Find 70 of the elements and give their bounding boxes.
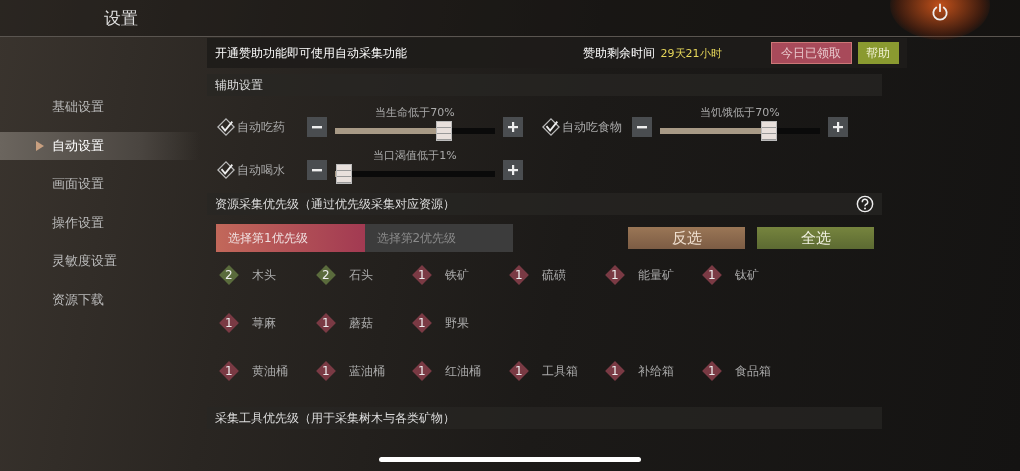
option-label: 自动吃食物 [562,118,623,136]
checkbox[interactable] [217,118,235,136]
priority-badge[interactable]: 1 [412,265,432,285]
power-icon[interactable] [930,2,950,22]
invert-button[interactable]: 反选 [628,227,745,249]
plus-button[interactable] [828,117,848,137]
minus-button[interactable] [632,117,652,137]
plus-button[interactable] [503,160,523,180]
remaining-label: 赞助剩余时间 [582,44,655,62]
sidebar-item[interactable]: 基础设置 [0,93,200,122]
claim-button[interactable]: 今日已领取 [770,42,852,64]
sidebar-item[interactable]: 画面设置 [0,170,200,199]
slider-thumb[interactable] [336,164,353,184]
select-all-button[interactable]: 全选 [757,227,874,249]
sidebar-item[interactable]: 操作设置 [0,208,200,237]
remaining-time: 29天21小时 [660,45,723,61]
resource-name: 铁矿 [445,266,469,284]
sidebar-item[interactable]: 资源下载 [0,285,200,314]
resource-name: 蘑菇 [348,314,373,332]
priority-badge[interactable]: 1 [701,361,722,381]
sponsor-notice: 开通赞助功能即可使用自动采集功能 [215,44,408,62]
checkbox[interactable] [217,161,235,179]
priority-tab[interactable]: 选择第1优先级 [216,224,365,252]
resource-name: 工具箱 [541,362,578,380]
minus-button[interactable] [307,160,327,180]
section-title: 辅助设置 [215,76,263,94]
priority-badge[interactable]: 2 [315,265,336,285]
slider-thumb[interactable] [435,121,452,141]
priority-badge[interactable]: 1 [508,361,529,381]
option-label: 自动吃药 [237,118,286,136]
resource-name: 石头 [348,266,373,284]
resource-name: 野果 [445,314,469,332]
plus-icon [833,122,843,132]
priority-badge[interactable]: 1 [219,361,239,381]
priority-badge[interactable]: 1 [412,361,432,381]
help-icon[interactable] [856,195,874,213]
resource-name: 荨麻 [252,314,276,332]
priority-badge[interactable]: 1 [315,361,336,381]
priority-badge[interactable]: 1 [701,265,722,285]
slider-thumb[interactable] [760,121,777,141]
resource-name: 能量矿 [638,266,674,284]
priority-badge[interactable]: 1 [605,361,625,381]
resource-name: 蓝油桶 [348,362,385,380]
slider-caption: 当饥饿低于70% [699,105,781,120]
slider-caption: 当口渴值低于1% [372,148,458,163]
resource-name: 补给箱 [638,362,674,380]
resource-name: 黄油桶 [252,362,288,380]
plus-icon [508,122,518,132]
pointer-icon [36,140,44,151]
sidebar-item[interactable]: 灵敏度设置 [0,247,200,276]
section-title: 资源采集优先级（通过优先级采集对应资源） [215,195,455,213]
resource-name: 红油桶 [445,362,481,380]
priority-badge[interactable]: 1 [219,313,239,333]
priority-badge[interactable]: 1 [605,265,625,285]
checkbox[interactable] [542,118,560,136]
page-title: 设置 [104,6,138,30]
resource-name: 木头 [252,266,276,284]
section-title: 采集工具优先级（用于采集树木与各类矿物） [215,409,455,427]
priority-badge[interactable]: 1 [508,265,529,285]
plus-button[interactable] [503,117,523,137]
option-label: 自动喝水 [237,161,286,179]
priority-badge[interactable]: 2 [219,265,239,285]
resource-name: 硫磺 [541,266,566,284]
slider-caption: 当生命低于70% [374,105,456,120]
minus-button[interactable] [307,117,327,137]
resource-name: 钛矿 [734,266,759,284]
resource-name: 食品箱 [734,362,771,380]
priority-badge[interactable]: 1 [315,313,336,333]
priority-badge[interactable]: 1 [412,313,432,333]
plus-icon [508,165,518,175]
